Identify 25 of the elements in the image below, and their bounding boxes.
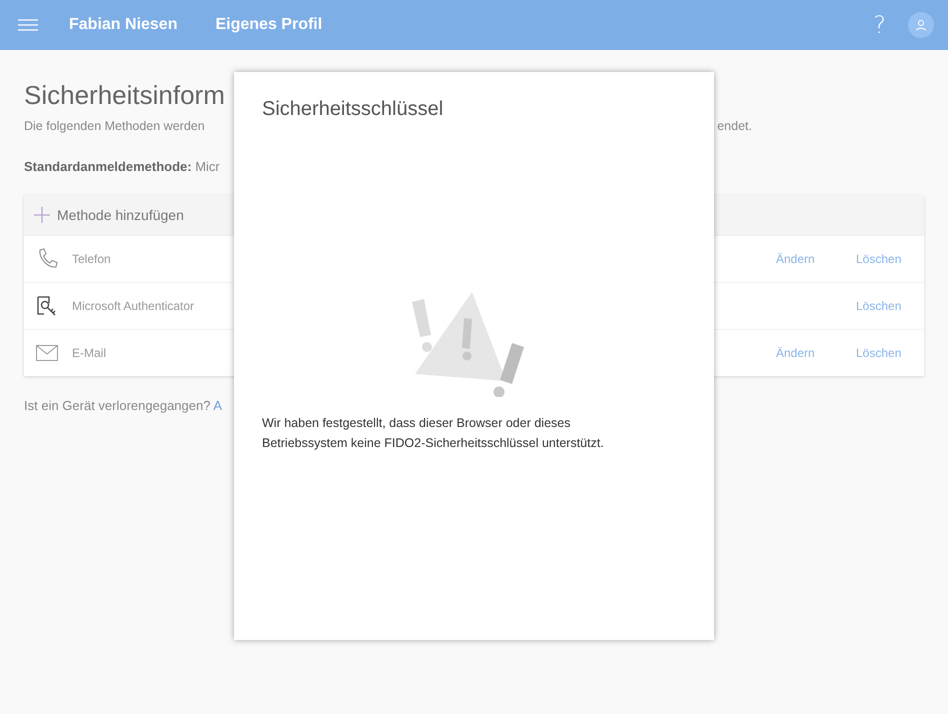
intro-text: endet. xyxy=(717,119,752,133)
person-icon xyxy=(915,19,927,31)
method-name: E-Mail xyxy=(72,346,108,360)
change-link[interactable]: Ändern xyxy=(776,346,856,360)
add-method-link[interactable]: Methode hinzufügen xyxy=(57,207,184,223)
link[interactable]: A xyxy=(213,398,222,413)
intro-text: Die folgenden Methoden werden xyxy=(24,119,205,133)
envelope-icon xyxy=(36,345,58,361)
menu-icon[interactable] xyxy=(18,19,38,31)
key-lock-icon xyxy=(36,295,58,317)
page-title: Eigenes Profil xyxy=(215,16,322,34)
help-icon[interactable]: ? xyxy=(873,11,886,39)
delete-link[interactable]: Löschen xyxy=(856,346,924,360)
default-method-text: Standardanmeldemethode: Micr xyxy=(24,159,221,174)
page-heading: Sicherheitsinform xyxy=(24,80,225,111)
avatar-button[interactable] xyxy=(908,12,934,38)
delete-link[interactable]: Löschen xyxy=(856,252,924,266)
plus-icon xyxy=(34,207,50,223)
change-link[interactable]: Ändern xyxy=(776,252,856,266)
dialog-message: Wir haben festgestellt, dass dieser Browser oder dieses Betriebssystem keine FIDO2-Sicherheitsschlüssel unterstützt. xyxy=(262,415,605,452)
dialog-title: Sicherheitsschlüssel xyxy=(262,98,444,121)
delete-link[interactable]: Löschen xyxy=(856,299,924,313)
user-name: Fabian Niesen xyxy=(69,16,178,34)
method-name: Microsoft Authenticator xyxy=(72,299,196,313)
method-name: Telefon xyxy=(72,252,112,266)
